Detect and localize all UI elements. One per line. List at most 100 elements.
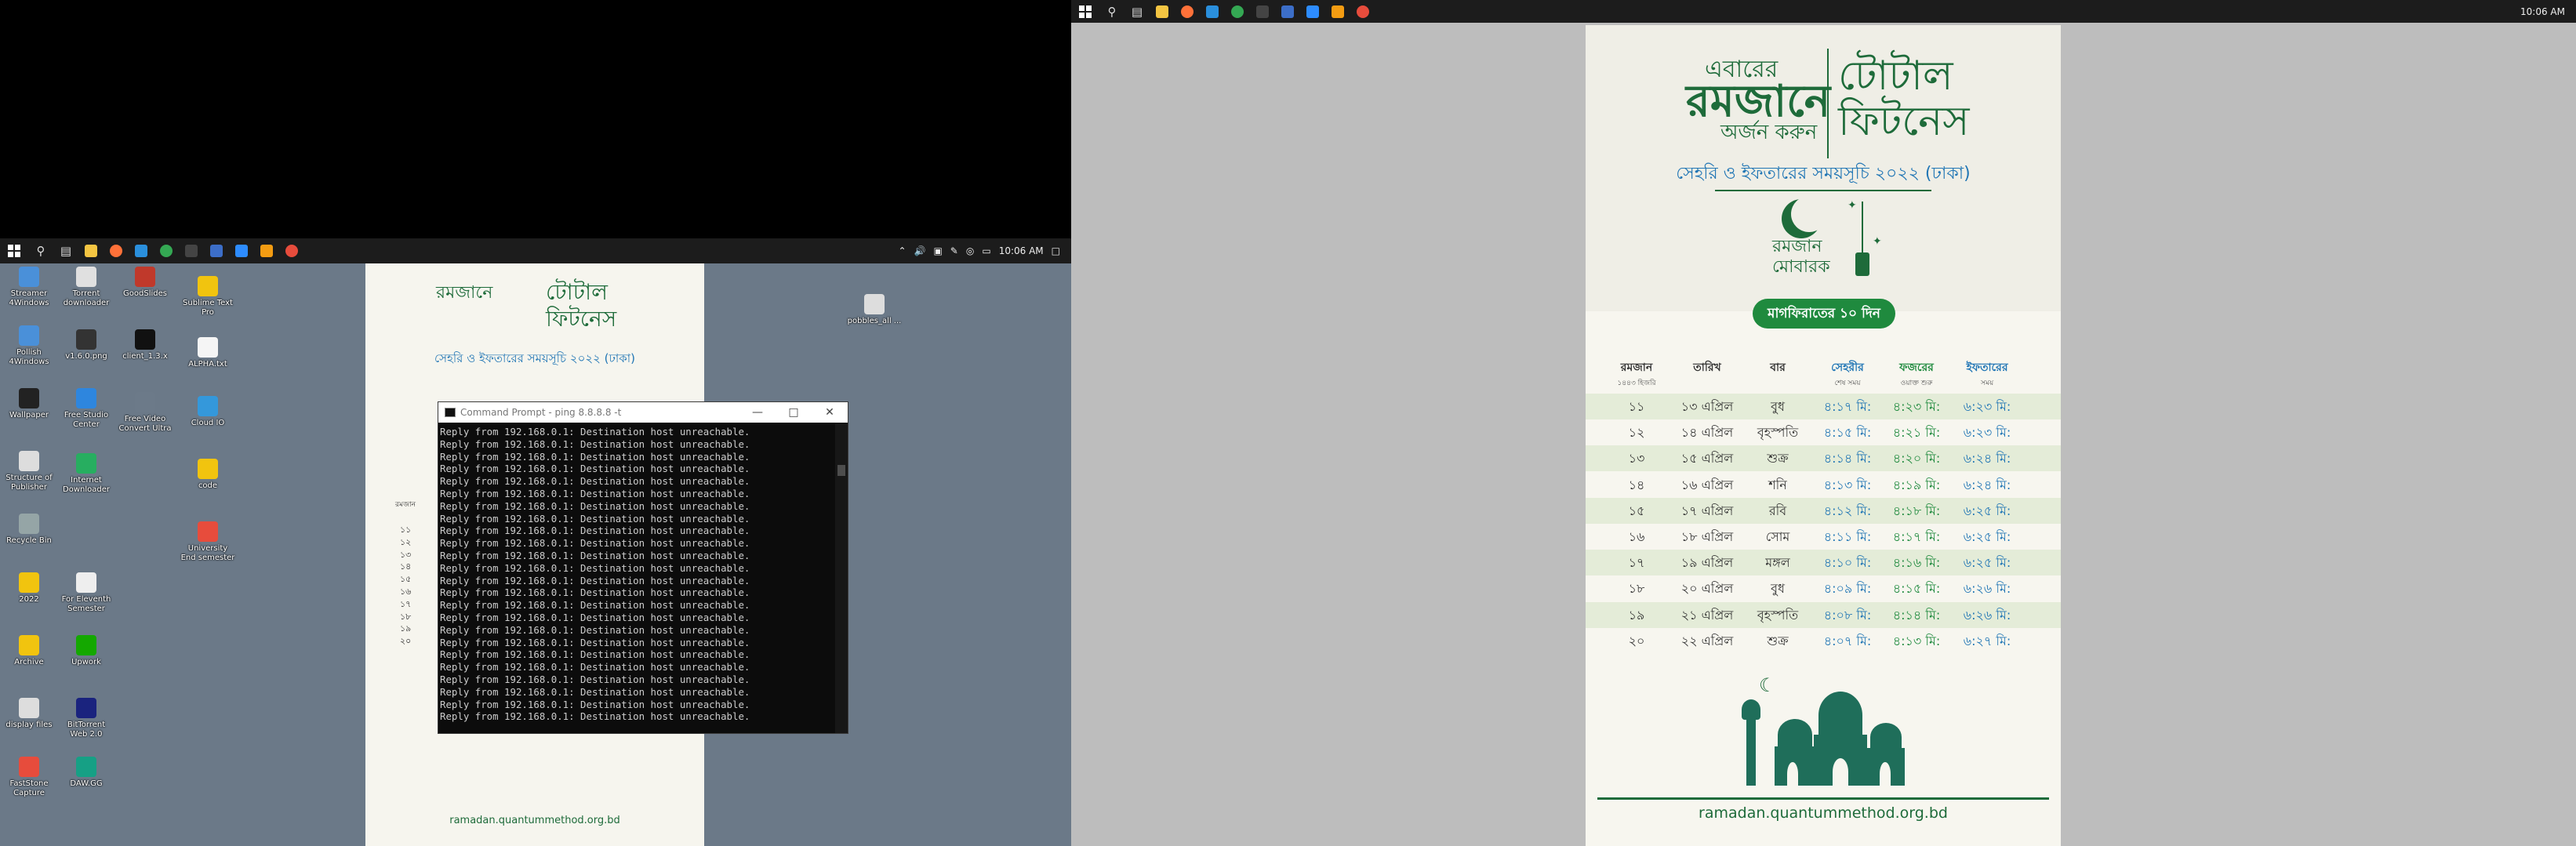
desktop-icon-image xyxy=(198,521,218,542)
file-explorer-icon[interactable] xyxy=(78,238,104,263)
desktop-icon-image xyxy=(76,388,96,408)
poster-total-fitness: টোটাল ফিটনেস xyxy=(1838,53,1970,144)
zoom-icon[interactable] xyxy=(1300,0,1325,24)
scrollbar-thumb[interactable] xyxy=(837,465,845,476)
schedule-cell: ৬:২৩ মি: xyxy=(1963,399,2011,414)
firefox-icon[interactable] xyxy=(1175,0,1200,24)
desktop-icon[interactable]: code xyxy=(180,459,235,491)
desktop-icon-image xyxy=(19,325,39,346)
cmd-line: Reply from 192.168.0.1: Destination host… xyxy=(440,561,750,574)
desktop-icon[interactable]: pobbles_all ... xyxy=(847,294,902,326)
cmd-line: Reply from 192.168.0.1: Destination host… xyxy=(440,586,750,599)
start-button-right[interactable] xyxy=(1071,0,1099,24)
schedule-cell: ৪:১৫ মি: xyxy=(1823,425,1872,441)
desktop-icon-label: Sublime Text Pro xyxy=(183,299,233,317)
cmd-line: Reply from 192.168.0.1: Destination host… xyxy=(440,636,750,648)
usb-icon[interactable]: ▣ xyxy=(933,245,942,256)
clock-right[interactable]: 10:06 AM xyxy=(2520,6,2565,17)
cmd-output[interactable]: Reply from 192.168.0.1: Destination host… xyxy=(440,426,835,732)
app-icon[interactable] xyxy=(1275,0,1300,24)
desktop-icon-label: Internet Downloader xyxy=(63,476,110,494)
desktop-icon[interactable]: ALPHA.txt xyxy=(180,337,235,369)
desktop-icon[interactable]: Internet Downloader xyxy=(59,453,114,495)
clock[interactable]: 10:06 AM xyxy=(999,245,1044,256)
file-explorer-icon[interactable] xyxy=(1150,0,1175,24)
desktop-icon[interactable]: v1.6.0.png xyxy=(59,329,114,361)
chevron-up-icon[interactable]: ⌃ xyxy=(898,245,906,256)
minimize-icon[interactable]: — xyxy=(739,406,776,419)
schedule-cell: ৪:০৯ মি: xyxy=(1823,581,1872,597)
terminal-icon[interactable] xyxy=(1250,0,1275,24)
chrome-icon[interactable] xyxy=(154,238,179,263)
desktop-icon[interactable]: 2022 xyxy=(2,572,56,605)
schedule-cell: ৬:২৬ মি: xyxy=(1963,581,2011,597)
desktop-icon[interactable]: FastStone Capture xyxy=(2,757,56,798)
desktop-icon-label: client_1.3.x xyxy=(122,352,168,361)
schedule-cell: ৬:২৫ মি: xyxy=(1963,529,2011,544)
poster-rule xyxy=(1715,190,1931,191)
vscode-icon[interactable] xyxy=(1200,0,1225,24)
desktop-icon[interactable]: Free Video Convert Ultra xyxy=(118,392,173,434)
network-icon[interactable]: ◎ xyxy=(966,245,974,256)
firefox-icon[interactable] xyxy=(104,238,129,263)
search-icon[interactable]: ⚲ xyxy=(28,238,53,263)
poster-viewer[interactable]: এবারের রমজানে অর্জন করুন টোটাল ফিটনেস সে… xyxy=(1586,25,2061,846)
cmd-title: Command Prompt - ping 8.8.8.8 -t xyxy=(460,407,622,418)
cmd-scrollbar[interactable] xyxy=(835,423,848,733)
poster-url[interactable]: ramadan.quantummethod.org.bd xyxy=(1586,804,2061,822)
desktop-icon[interactable]: display files xyxy=(2,698,56,730)
desktop-icon[interactable]: University End semester xyxy=(180,521,235,563)
close-icon[interactable]: ✕ xyxy=(812,406,848,419)
desktop-icon[interactable]: GoodSlides xyxy=(118,267,173,299)
cmd-titlebar[interactable]: Command Prompt - ping 8.8.8.8 -t — □ ✕ xyxy=(438,402,848,423)
desktop-icon[interactable]: Streamer 4Windows xyxy=(2,267,56,308)
desktop-icon[interactable]: Recycle Bin xyxy=(2,514,56,546)
lightning-icon[interactable] xyxy=(1325,0,1350,24)
ramadan-text: রমজান xyxy=(1772,237,1822,256)
vscode-icon[interactable] xyxy=(129,238,154,263)
cmd-line: Reply from 192.168.0.1: Destination host… xyxy=(440,599,750,612)
task-view-icon[interactable]: ▤ xyxy=(1125,0,1150,24)
terminal-icon[interactable] xyxy=(179,238,204,263)
cmd-line: Reply from 192.168.0.1: Destination host… xyxy=(440,648,750,661)
desktop-icon[interactable]: Torrent downloader xyxy=(59,267,114,308)
cmd-line: Reply from 192.168.0.1: Destination host… xyxy=(440,438,750,450)
battery-icon[interactable]: ▭ xyxy=(982,245,990,256)
desktop-icon[interactable]: BitTorrent Web 2.0 xyxy=(59,698,114,739)
desktop-icon[interactable]: DAW.GG xyxy=(59,757,114,789)
desktop-icon-image xyxy=(76,757,96,777)
desktop-icon-image xyxy=(198,396,218,416)
search-icon[interactable]: ⚲ xyxy=(1099,0,1125,24)
zoom-icon[interactable] xyxy=(229,238,254,263)
schedule-cell: ১৬ এপ্রিল xyxy=(1680,477,1734,492)
desktop-icon-label: Recycle Bin xyxy=(6,536,52,545)
command-prompt-window[interactable]: Command Prompt - ping 8.8.8.8 -t — □ ✕ R… xyxy=(438,401,848,734)
desktop-icon[interactable]: Cloud IO xyxy=(180,396,235,428)
browser-icon[interactable] xyxy=(279,238,304,263)
notification-icon[interactable]: □ xyxy=(1052,245,1060,256)
desktop-icon[interactable]: Free Studio Center xyxy=(59,388,114,430)
poster-left-url: ramadan.quantummethod.org.bd xyxy=(449,815,620,826)
schedule-cell: ৪:১৫ মি: xyxy=(1892,581,1941,597)
maximize-icon[interactable]: □ xyxy=(776,406,812,419)
door xyxy=(1833,758,1848,786)
desktop-icon[interactable]: client_1.3.x xyxy=(118,329,173,361)
app-icon[interactable] xyxy=(204,238,229,263)
pen-icon[interactable]: ✎ xyxy=(950,245,958,256)
desktop-icon[interactable]: Sublime Text Pro xyxy=(180,276,235,318)
desktop-icon[interactable]: For Eleventh Semester xyxy=(59,572,114,614)
task-view-icon[interactable]: ▤ xyxy=(53,238,78,263)
desktop-icon[interactable]: Wallpaper xyxy=(2,388,56,420)
desktop-icon[interactable]: Upwork xyxy=(59,635,114,667)
lightning-icon[interactable] xyxy=(254,238,279,263)
desktop-icon[interactable]: Structure of Publisher xyxy=(2,451,56,492)
chrome-icon[interactable] xyxy=(1225,0,1250,24)
desktop-icon-label: Upwork xyxy=(71,658,101,666)
browser-icon[interactable] xyxy=(1350,0,1375,24)
desktop-icon[interactable]: Archive xyxy=(2,635,56,667)
schedule-header: সেহরীর শেষ সময় xyxy=(1813,358,1882,389)
start-button[interactable] xyxy=(0,238,28,263)
schedule-cell: ৪:২০ মি: xyxy=(1892,451,1941,467)
volume-icon[interactable]: 🔊 xyxy=(914,245,926,256)
desktop-icon[interactable]: Pollish 4Windows xyxy=(2,325,56,367)
